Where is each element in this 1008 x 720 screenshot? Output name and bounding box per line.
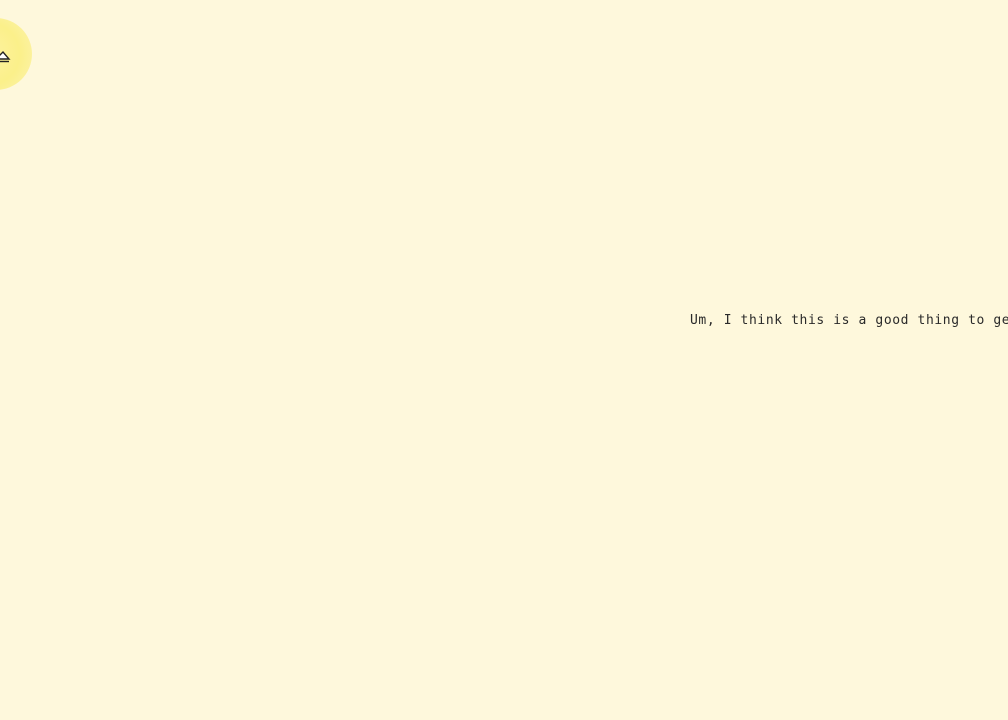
pointer-icon: [0, 50, 11, 63]
game-canvas[interactable]: Um, I think this is a good thing to ge: [0, 0, 1008, 720]
dialogue-text: Um, I think this is a good thing to ge: [690, 313, 1008, 328]
